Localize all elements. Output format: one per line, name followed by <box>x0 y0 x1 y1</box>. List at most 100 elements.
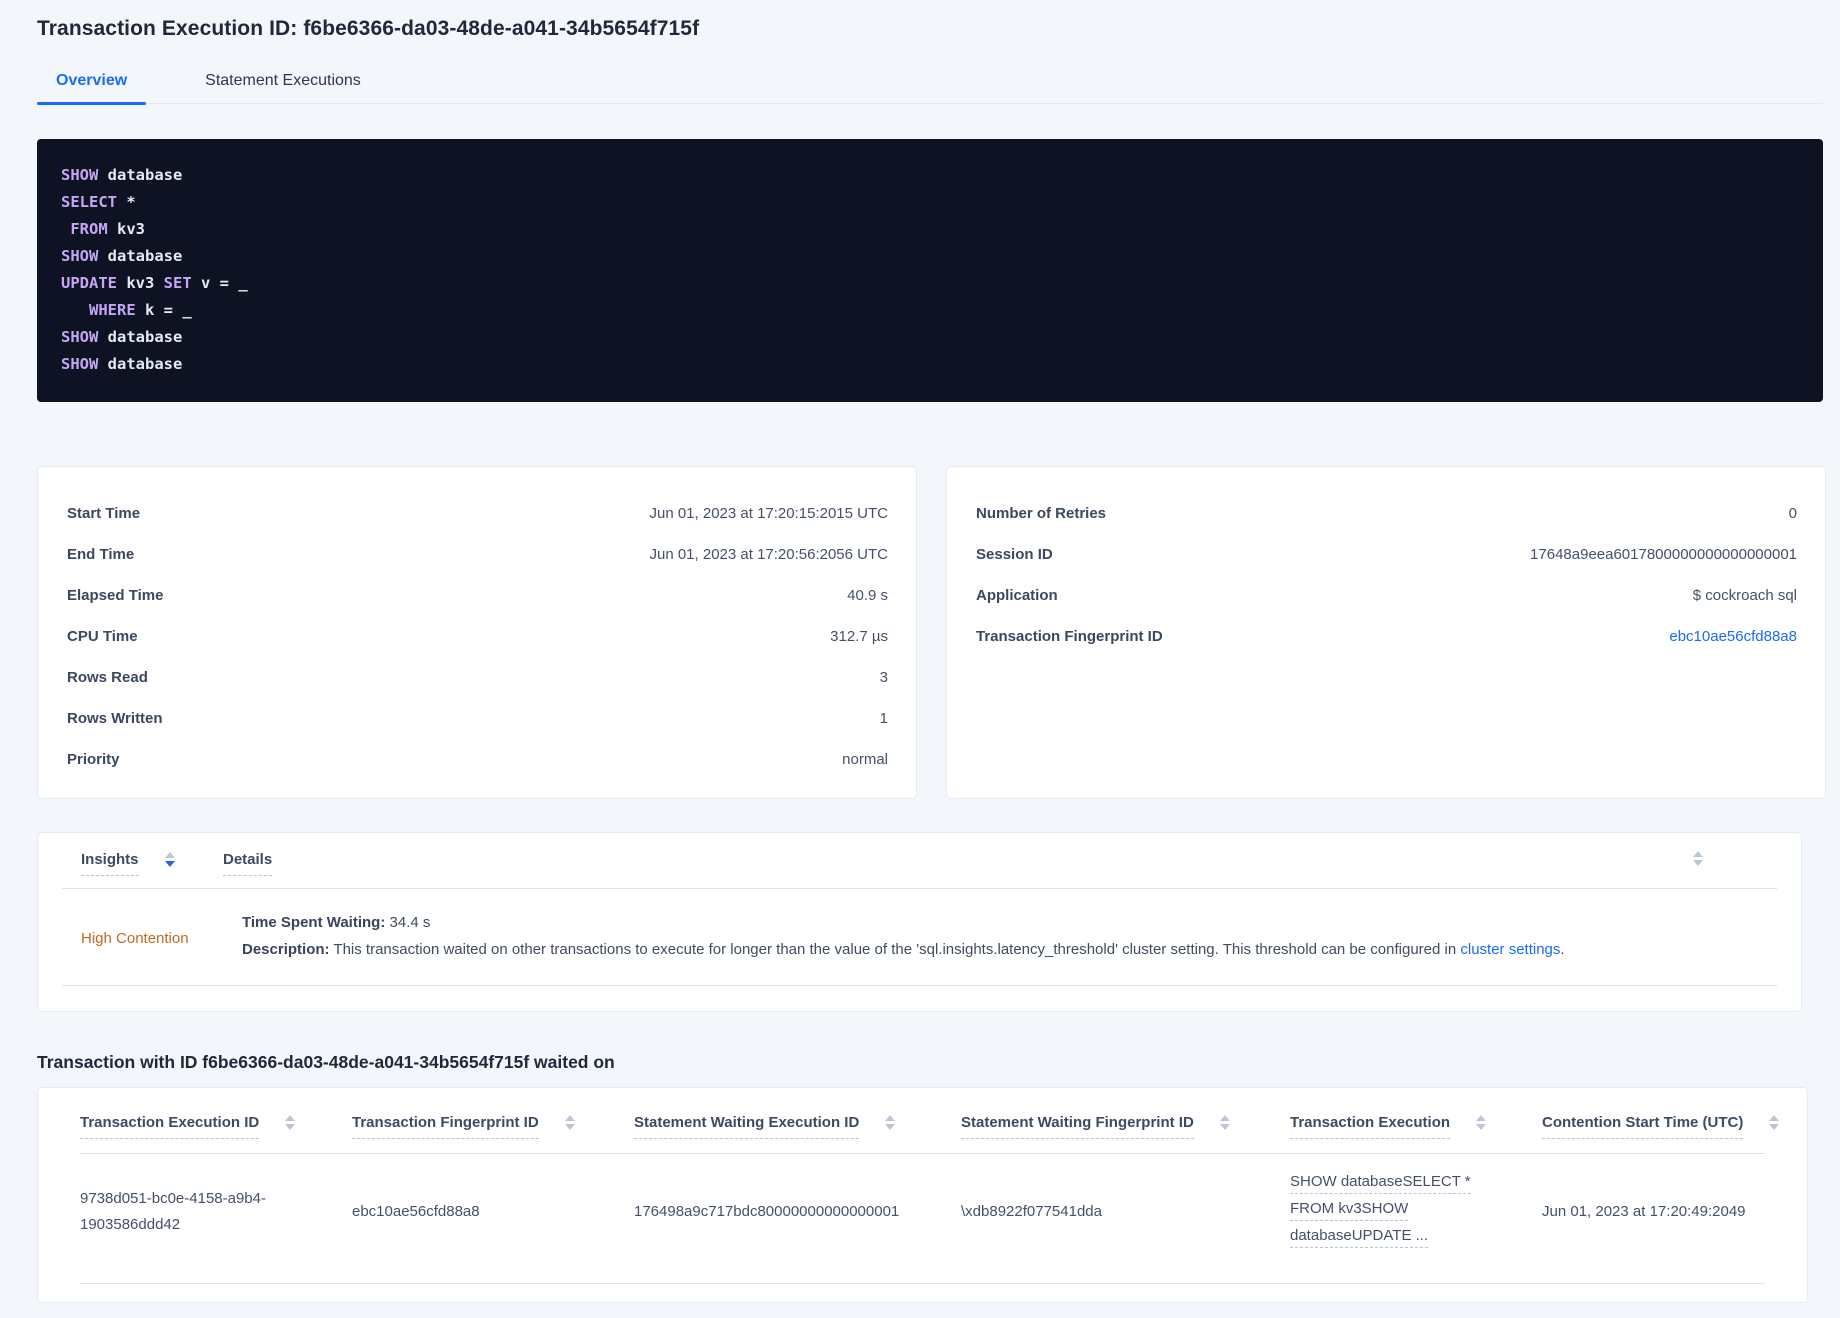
col-header-transaction-execution[interactable]: Transaction Execution <box>1290 1114 1542 1139</box>
row-label: Elapsed Time <box>67 587 164 604</box>
sql-token: * <box>117 193 136 211</box>
sql-token: SHOW <box>61 355 99 373</box>
transaction-execution-preview[interactable]: FROM kv3SHOW <box>1290 1198 1409 1221</box>
row-label: Session ID <box>976 546 1053 563</box>
row-value: 3 <box>879 669 888 686</box>
transaction-execution-preview[interactable]: SHOW databaseSELECT * <box>1290 1171 1471 1194</box>
time-spent-waiting: Time Spent Waiting: 34.4 s <box>242 914 431 931</box>
tab-statement-executions[interactable]: Statement Executions <box>186 72 380 103</box>
sql-token: SHOW <box>61 166 99 184</box>
row-value: Jun 01, 2023 at 17:20:15:2015 UTC <box>649 505 888 522</box>
sql-line: UPDATE kv3 SET v = _ <box>61 270 1799 297</box>
insight-details: Time Spent Waiting: 34.4 s Description: … <box>242 909 1565 963</box>
row-label: Rows Written <box>67 710 163 727</box>
row-label: Transaction Fingerprint ID <box>976 628 1163 645</box>
sql-token: WHERE <box>89 301 136 319</box>
col-header-stmt-waiting-fingerprint-id[interactable]: Statement Waiting Fingerprint ID <box>961 1114 1290 1139</box>
summary-row-rows-read: Rows Read 3 <box>67 657 888 698</box>
sort-icon[interactable] <box>1693 851 1703 866</box>
sql-token: database <box>98 328 183 346</box>
sort-icon[interactable] <box>1769 1115 1780 1131</box>
summary-row-rows-written: Rows Written 1 <box>67 698 888 739</box>
row-label: End Time <box>67 546 135 563</box>
tab-bar: Overview Statement Executions <box>37 72 1823 105</box>
row-value: 40.9 s <box>847 587 888 604</box>
transaction-fingerprint-link[interactable]: ebc10ae56cfd88a8 <box>1669 628 1797 645</box>
sql-token: SHOW <box>61 247 99 265</box>
row-value: $ cockroach sql <box>1692 587 1797 604</box>
cluster-settings-link[interactable]: cluster settings <box>1460 941 1560 958</box>
page-title: Transaction Execution ID: f6be6366-da03-… <box>37 17 700 40</box>
row-value: normal <box>842 751 888 768</box>
waited-on-heading: Transaction with ID f6be6366-da03-48de-a… <box>37 1052 615 1072</box>
cell-contention-start-time: Jun 01, 2023 at 17:20:49:2049 <box>1542 1202 1746 1220</box>
waited-on-table-card: Transaction Execution ID Transaction Fin… <box>37 1087 1808 1303</box>
insights-table-header: Insights Details <box>62 851 1777 876</box>
sql-token: v = _ <box>191 274 248 292</box>
row-label: CPU Time <box>67 628 138 645</box>
summary-row-application: Application $ cockroach sql <box>976 575 1797 616</box>
summary-row-elapsed-time: Elapsed Time 40.9 s <box>67 575 888 616</box>
cell-txn-execution-id: 9738d051-bc0e-4158-a9b4-1903586ddd42 <box>80 1189 266 1233</box>
row-label: Number of Retries <box>976 505 1107 522</box>
summary-row-retries: Number of Retries 0 <box>976 493 1797 534</box>
table-row: 9738d051-bc0e-4158-a9b4-1903586ddd42 ebc… <box>80 1154 1807 1269</box>
sql-line: WHERE k = _ <box>61 297 1799 324</box>
summary-row-priority: Priority normal <box>67 739 888 780</box>
sql-token: k = _ <box>135 301 192 319</box>
sql-line: SHOW database <box>61 162 1799 189</box>
sql-token: kv3 <box>117 274 164 292</box>
details-column-header[interactable]: Details <box>223 851 273 876</box>
row-value: 312.7 µs <box>830 628 888 645</box>
insight-description: Description: This transaction waited on … <box>242 941 1565 958</box>
cell-txn-fingerprint-id: ebc10ae56cfd88a8 <box>352 1202 480 1220</box>
row-label: Application <box>976 587 1058 604</box>
sort-icon[interactable] <box>885 1115 896 1131</box>
row-value: Jun 01, 2023 at 17:20:56:2056 UTC <box>649 546 888 563</box>
cell-transaction-execution[interactable]: SHOW databaseSELECT * FROM kv3SHOW datab… <box>1290 1171 1542 1252</box>
sort-icon[interactable] <box>285 1115 296 1131</box>
insight-type-badge: High Contention <box>81 930 189 947</box>
execution-summary-card: Start Time Jun 01, 2023 at 17:20:15:2015… <box>37 466 917 799</box>
summary-cards-row: Start Time Jun 01, 2023 at 17:20:15:2015… <box>37 466 1826 799</box>
col-header-txn-fingerprint-id[interactable]: Transaction Fingerprint ID <box>352 1114 634 1139</box>
row-label: Priority <box>67 751 120 768</box>
sort-icon[interactable] <box>164 852 175 868</box>
row-label: Start Time <box>67 505 141 522</box>
sql-token: SHOW <box>61 328 99 346</box>
sql-token: UPDATE <box>61 274 117 292</box>
divider <box>80 1283 1765 1284</box>
summary-row-txn-fingerprint-id: Transaction Fingerprint ID ebc10ae56cfd8… <box>976 616 1797 657</box>
cell-stmt-waiting-execution-id: 176498a9c717bdc80000000000000001 <box>634 1202 900 1220</box>
sql-token: SET <box>163 274 192 292</box>
transaction-execution-preview[interactable]: databaseUPDATE ... <box>1290 1225 1429 1248</box>
sql-statements-box: SHOW database SELECT * FROM kv3 SHOW dat… <box>37 139 1823 402</box>
row-label: Rows Read <box>67 669 148 686</box>
session-summary-card: Number of Retries 0 Session ID 17648a9ee… <box>946 466 1826 799</box>
insight-row: High Contention Time Spent Waiting: 34.4… <box>62 889 1777 986</box>
summary-row-end-time: End Time Jun 01, 2023 at 17:20:56:2056 U… <box>67 534 888 575</box>
sql-token: SELECT <box>61 193 117 211</box>
sql-line: SHOW database <box>61 243 1799 270</box>
col-header-contention-start-time[interactable]: Contention Start Time (UTC) <box>1542 1114 1807 1139</box>
sort-icon[interactable] <box>564 1115 575 1131</box>
insights-column-header[interactable]: Insights <box>62 851 223 876</box>
sort-icon[interactable] <box>1219 1115 1230 1131</box>
row-value: 1 <box>879 710 888 727</box>
col-header-stmt-waiting-execution-id[interactable]: Statement Waiting Execution ID <box>634 1114 961 1139</box>
sql-token: FROM <box>70 220 108 238</box>
waited-on-table-header: Transaction Execution ID Transaction Fin… <box>80 1114 1807 1139</box>
sql-token: database <box>98 247 183 265</box>
sql-token: kv3 <box>107 220 145 238</box>
sql-line: SHOW database <box>61 324 1799 351</box>
sql-line: SELECT * <box>61 189 1799 216</box>
insights-table-card: Insights Details High Contention Time Sp… <box>37 832 1802 1012</box>
tab-overview[interactable]: Overview <box>37 72 147 105</box>
row-value: 0 <box>1788 505 1797 522</box>
summary-row-session-id: Session ID 17648a9eea6017800000000000000… <box>976 534 1797 575</box>
sql-line: FROM kv3 <box>61 216 1799 243</box>
col-header-txn-execution-id[interactable]: Transaction Execution ID <box>80 1114 352 1139</box>
sort-icon[interactable] <box>1476 1115 1487 1131</box>
